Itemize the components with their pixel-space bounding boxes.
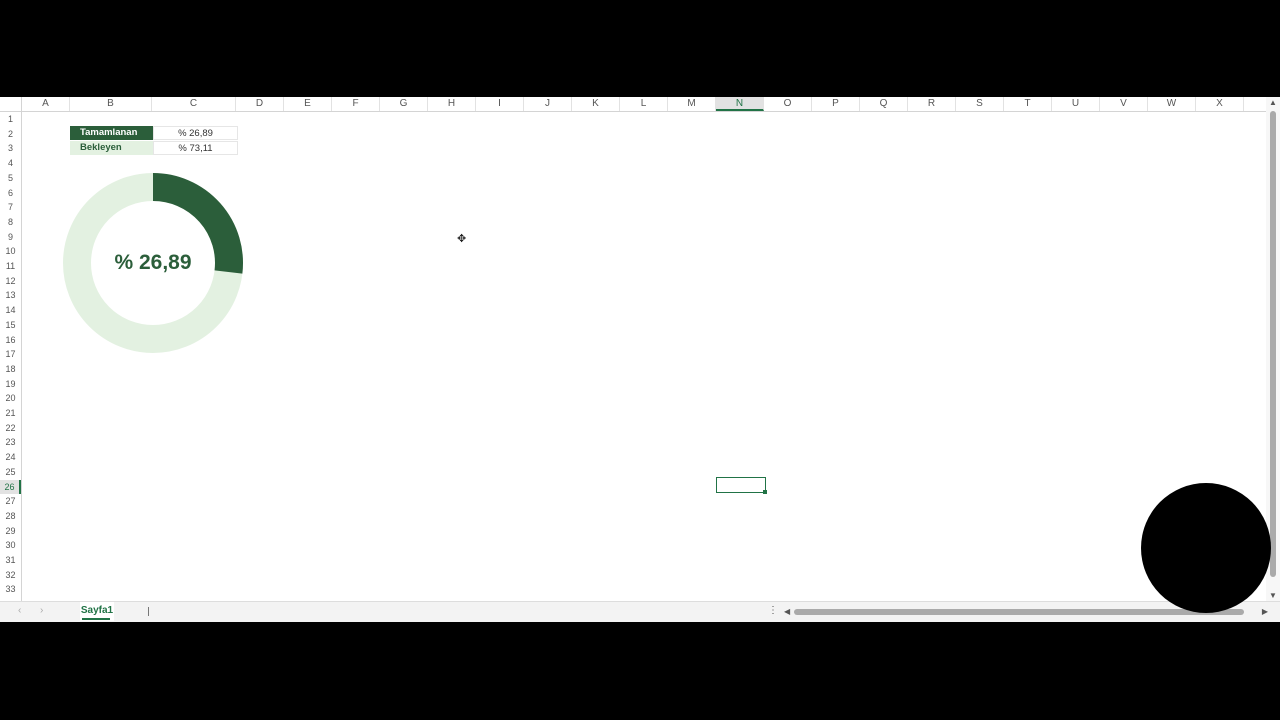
excel-window: ABCDEFGHIJKLMNOPQRSTUVWX 1 2 3 4 5 6 7 8 9 10 11 12… — [0, 97, 1280, 622]
column-header-p[interactable]: P — [812, 97, 860, 111]
column-header-l[interactable]: L — [620, 97, 668, 111]
webcam-overlay — [1141, 483, 1271, 613]
row-header-6[interactable]: 6 — [0, 186, 21, 201]
vertical-scrollbar[interactable]: ▲ ▼ — [1266, 97, 1280, 602]
column-header-t[interactable]: T — [1004, 97, 1052, 111]
row-header-23[interactable]: 23 — [0, 435, 21, 450]
column-header-n[interactable]: N — [716, 97, 764, 111]
row-header-1[interactable]: 1 — [0, 112, 21, 127]
next-sheet-icon[interactable]: › — [40, 605, 43, 616]
column-header-a[interactable]: A — [22, 97, 70, 111]
row-header-30[interactable]: 30 — [0, 538, 21, 553]
column-header-h[interactable]: H — [428, 97, 476, 111]
select-all-corner[interactable] — [0, 97, 22, 111]
column-header-s[interactable]: S — [956, 97, 1004, 111]
row-header-15[interactable]: 15 — [0, 318, 21, 333]
more-options-icon[interactable]: ⋮ — [768, 605, 778, 616]
column-header-i[interactable]: I — [476, 97, 524, 111]
row-header-21[interactable]: 21 — [0, 406, 21, 421]
selected-cell-n26[interactable] — [716, 477, 766, 493]
row-header-3[interactable]: 3 — [0, 141, 21, 156]
scroll-right-icon[interactable]: ▶ — [1262, 606, 1268, 618]
column-header-c[interactable]: C — [152, 97, 236, 111]
row-header-5[interactable]: 5 — [0, 171, 21, 186]
column-header-k[interactable]: K — [572, 97, 620, 111]
column-header-b[interactable]: B — [70, 97, 152, 111]
prev-sheet-icon[interactable]: ‹ — [18, 605, 21, 616]
row-header-18[interactable]: 18 — [0, 362, 21, 377]
row-header-9[interactable]: 9 — [0, 230, 21, 245]
row-header-8[interactable]: 8 — [0, 215, 21, 230]
row-header-11[interactable]: 11 — [0, 259, 21, 274]
row-header-31[interactable]: 31 — [0, 553, 21, 568]
row-header-17[interactable]: 17 — [0, 347, 21, 362]
column-header-m[interactable]: M — [668, 97, 716, 111]
column-header-j[interactable]: J — [524, 97, 572, 111]
column-header-u[interactable]: U — [1052, 97, 1100, 111]
row-header-7[interactable]: 7 — [0, 200, 21, 215]
donut-center-label: % 26,89 — [114, 251, 192, 274]
row-header-29[interactable]: 29 — [0, 524, 21, 539]
row-header-10[interactable]: 10 — [0, 244, 21, 259]
column-header-q[interactable]: Q — [860, 97, 908, 111]
row-header-16[interactable]: 16 — [0, 333, 21, 348]
row-header-26[interactable]: 26 — [0, 479, 21, 495]
row-header-24[interactable]: 24 — [0, 450, 21, 465]
row-header-32[interactable]: 32 — [0, 568, 21, 583]
column-header-w[interactable]: W — [1148, 97, 1196, 111]
cell-b3-pending-label[interactable]: Bekleyen — [70, 141, 153, 155]
column-header-d[interactable]: D — [236, 97, 284, 111]
scroll-left-icon[interactable]: ◀ — [784, 606, 790, 618]
row-header-20[interactable]: 20 — [0, 391, 21, 406]
column-header-f[interactable]: F — [332, 97, 380, 111]
row-header-27[interactable]: 27 — [0, 494, 21, 509]
move-cursor-icon: ✥ — [457, 233, 467, 245]
row-header-19[interactable]: 19 — [0, 377, 21, 392]
sheet-tab-bar: ‹ › Sayfa1 ⋮ ◀ ▶ — [0, 601, 1280, 622]
row-header-28[interactable]: 28 — [0, 509, 21, 524]
column-header-g[interactable]: G — [380, 97, 428, 111]
column-header-e[interactable]: E — [284, 97, 332, 111]
column-header: ABCDEFGHIJKLMNOPQRSTUVWX — [0, 97, 1266, 112]
cell-c3-pending-value[interactable]: % 73,11 — [153, 141, 238, 155]
cell-c2-completed-value[interactable]: % 26,89 — [153, 126, 238, 140]
row-header-2[interactable]: 2 — [0, 127, 21, 142]
row-header-22[interactable]: 22 — [0, 421, 21, 436]
row-header-13[interactable]: 13 — [0, 288, 21, 303]
row-header-33[interactable]: 33 — [0, 582, 21, 597]
cell-b2-completed-label[interactable]: Tamamlanan — [70, 126, 153, 140]
column-header-v[interactable]: V — [1100, 97, 1148, 111]
vertical-scroll-thumb[interactable] — [1270, 111, 1276, 577]
active-sheet-underline — [82, 618, 110, 620]
column-header-o[interactable]: O — [764, 97, 812, 111]
row-header-25[interactable]: 25 — [0, 465, 21, 480]
fill-handle[interactable] — [763, 490, 767, 494]
row-header-12[interactable]: 12 — [0, 274, 21, 289]
column-header-x[interactable]: X — [1196, 97, 1244, 111]
scroll-up-icon[interactable]: ▲ — [1266, 97, 1280, 109]
tab-divider[interactable] — [148, 607, 149, 616]
row-header-4[interactable]: 4 — [0, 156, 21, 171]
horizontal-scroll-thumb[interactable] — [794, 609, 1244, 615]
row-header: 1 2 3 4 5 6 7 8 9 10 11 12 13 14 15 16 17 18 19 20 21 22 23 24 2… — [0, 112, 22, 601]
column-header-r[interactable]: R — [908, 97, 956, 111]
row-header-14[interactable]: 14 — [0, 303, 21, 318]
